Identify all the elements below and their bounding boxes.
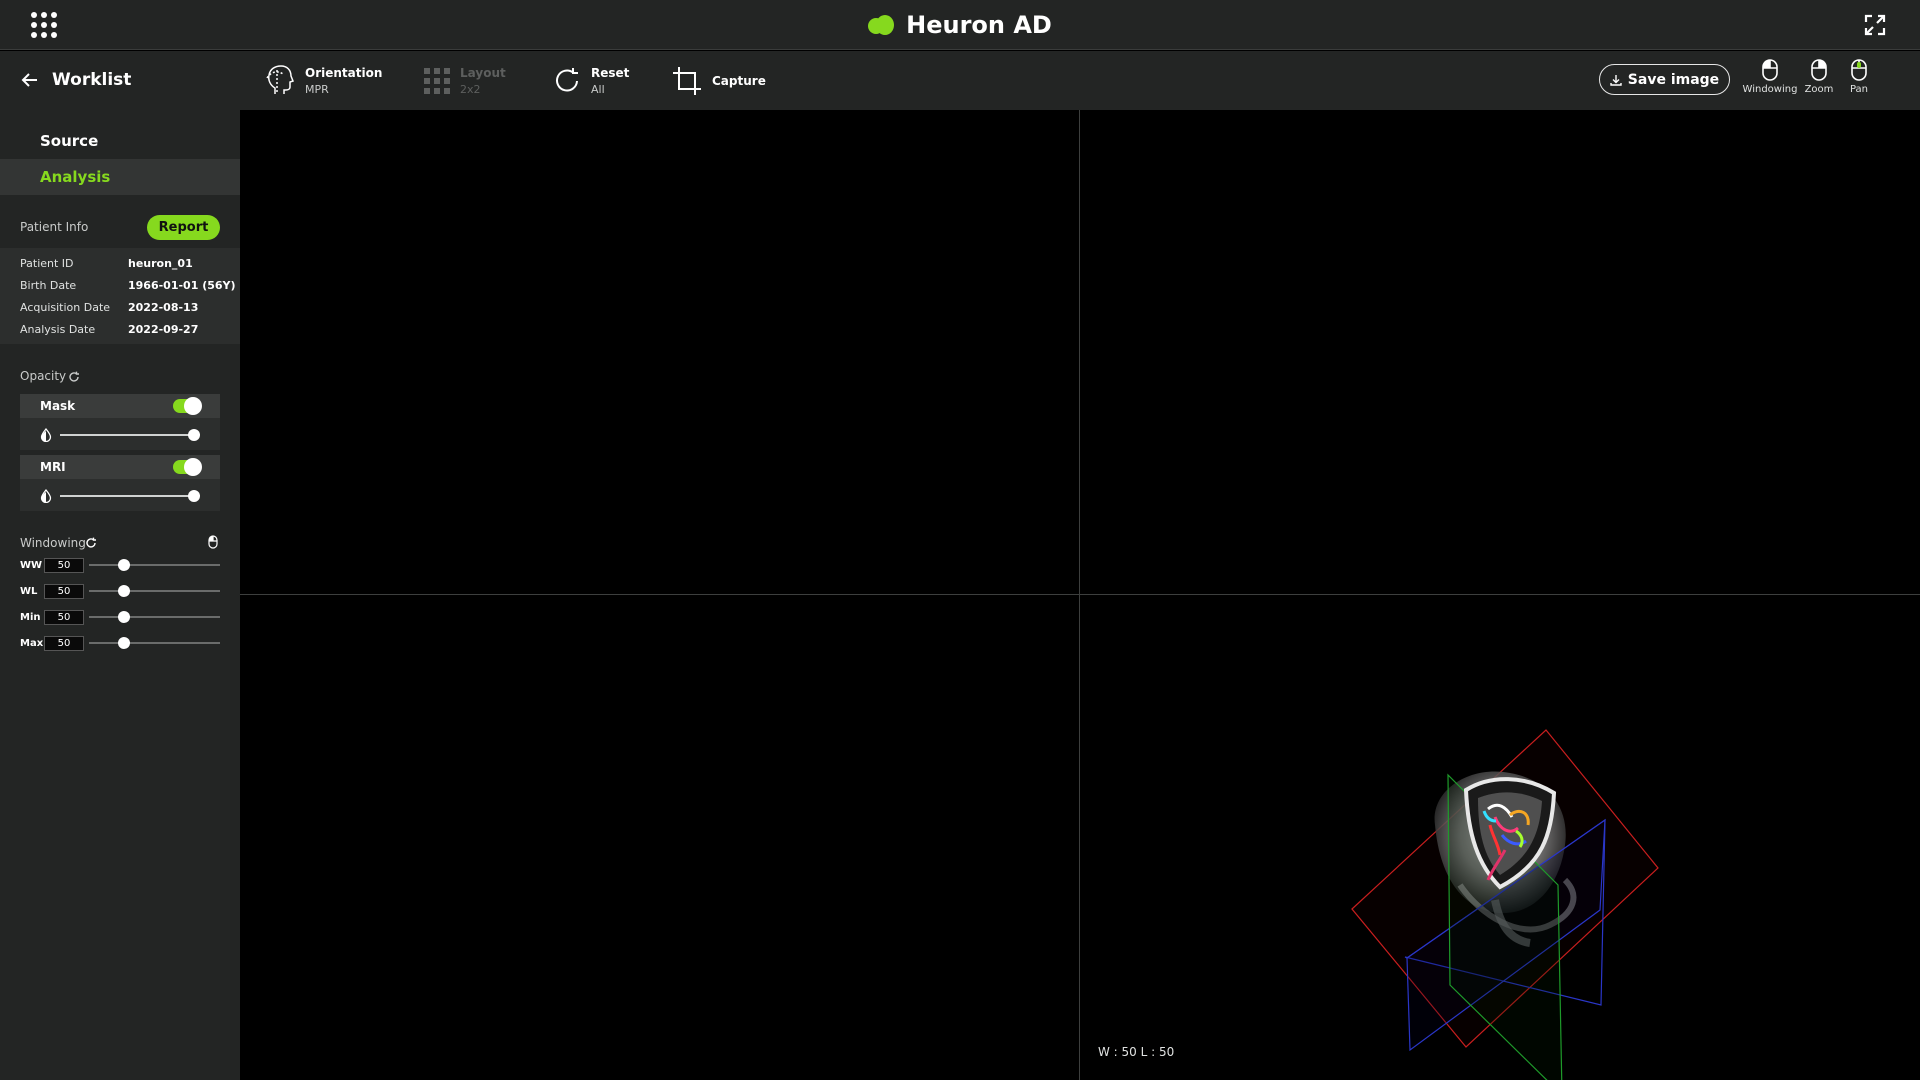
- mouse-left-click-icon: [1762, 59, 1778, 81]
- slider-thumb[interactable]: [118, 637, 131, 649]
- reset-title: Reset: [591, 66, 630, 80]
- info-value: 2022-08-13: [128, 300, 199, 314]
- mouse-wheel-icon: [1851, 59, 1867, 81]
- layout-value: 2x2: [460, 83, 481, 96]
- info-value: heuron_01: [128, 256, 193, 270]
- info-row: Analysis Date 2022-09-27: [20, 318, 198, 340]
- min-slider[interactable]: [89, 610, 220, 624]
- fullscreen-icon[interactable]: [1864, 14, 1886, 36]
- viewport-divider-horizontal: [240, 594, 1920, 595]
- info-row: Birth Date 1966-01-01 (56Y): [20, 274, 236, 296]
- grid-layout-icon: [424, 68, 450, 94]
- report-button[interactable]: Report: [147, 215, 220, 240]
- opacity-label: Opacity: [20, 369, 67, 383]
- slider-thumb[interactable]: [188, 490, 200, 502]
- mri-toggle[interactable]: [173, 458, 202, 476]
- window-level-readout: W : 50 L : 50: [1098, 1045, 1175, 1059]
- head-orientation-icon: [266, 65, 294, 94]
- windowing-row-label: WL: [20, 585, 38, 597]
- patient-info-label: Patient Info: [20, 220, 89, 234]
- slider-thumb[interactable]: [118, 559, 131, 571]
- nav-item-analysis[interactable]: Analysis: [0, 159, 240, 195]
- orientation-title: Orientation: [305, 66, 383, 80]
- mri-opacity-slider[interactable]: [60, 489, 200, 503]
- save-image-button[interactable]: Save image: [1599, 64, 1730, 95]
- opacity-layer-label: MRI: [40, 460, 66, 474]
- windowing-label: Windowing: [20, 536, 86, 550]
- ww-slider[interactable]: [89, 558, 220, 572]
- opacity-layer-header: MRI: [20, 455, 220, 479]
- sidebar: Worklist Source Analysis Patient Info Re…: [0, 51, 240, 1080]
- opacity-drop-icon: [40, 428, 52, 442]
- info-row: Patient ID heuron_01: [20, 252, 193, 274]
- max-input[interactable]: [44, 635, 84, 651]
- mouse-right-click-icon: [1811, 59, 1827, 81]
- layout-title: Layout: [460, 66, 506, 80]
- arrow-left-icon: [21, 73, 37, 87]
- reset-all-tool[interactable]: Reset All: [553, 61, 629, 101]
- windowing-row-label: Max: [20, 637, 44, 649]
- mask-toggle[interactable]: [173, 397, 202, 415]
- reset-value: All: [591, 83, 605, 96]
- pan-mouse-tool[interactable]: Pan: [1829, 59, 1889, 103]
- mouse-tool-label: Pan: [1849, 84, 1869, 95]
- brand: Heuron AD: [0, 0, 1920, 50]
- windowing-row-wl: WL: [20, 582, 220, 600]
- top-bar: Heuron AD: [0, 0, 1920, 50]
- slider-thumb[interactable]: [188, 429, 200, 441]
- capture-tool[interactable]: Capture: [672, 61, 766, 101]
- app-title: Heuron AD: [906, 11, 1052, 39]
- 3d-brain-render: [1351, 729, 1659, 1080]
- info-key: Acquisition Date: [20, 300, 111, 314]
- crop-capture-icon: [673, 67, 701, 95]
- worklist-label: Worklist: [52, 70, 132, 90]
- viewport-divider-vertical: [1079, 110, 1080, 1080]
- windowing-row-ww: WW: [20, 556, 220, 574]
- ww-input[interactable]: [44, 557, 84, 573]
- mouse-icon: [208, 535, 218, 549]
- slider-thumb[interactable]: [118, 611, 131, 623]
- opacity-layer-label: Mask: [40, 399, 76, 413]
- toolbar: Orientation MPR Layout 2x2 Reset All Cap…: [240, 51, 1920, 110]
- info-key: Birth Date: [20, 278, 77, 292]
- orientation-value: MPR: [305, 83, 329, 96]
- wl-slider[interactable]: [89, 584, 220, 598]
- slider-thumb[interactable]: [118, 585, 131, 597]
- heuron-logo-icon: [868, 14, 895, 36]
- opacity-layer-header: Mask: [20, 394, 220, 418]
- wl-input[interactable]: [44, 583, 84, 599]
- opacity-layer-mri: MRI: [20, 455, 220, 511]
- opacity-reset-icon[interactable]: [68, 371, 80, 383]
- save-image-label: Save image: [1627, 71, 1720, 88]
- opacity-layer-mask: Mask: [20, 394, 220, 450]
- nav-item-source[interactable]: Source: [0, 123, 240, 159]
- windowing-row-min: Min: [20, 608, 220, 626]
- mask-opacity-slider[interactable]: [60, 428, 200, 442]
- back-to-worklist-button[interactable]: Worklist: [20, 67, 131, 93]
- windowing-row-label: Min: [20, 611, 41, 623]
- layout-tool[interactable]: Layout 2x2: [424, 61, 506, 101]
- apps-grid-icon[interactable]: [31, 12, 57, 38]
- min-input[interactable]: [44, 609, 84, 625]
- viewport-3d[interactable]: W : 50 L : 50: [1080, 595, 1920, 1080]
- info-value: 2022-09-27: [128, 322, 199, 336]
- info-key: Patient ID: [20, 256, 74, 270]
- patient-info-table: Patient ID heuron_01 Birth Date 1966-01-…: [0, 248, 240, 344]
- windowing-reset-icon[interactable]: [85, 537, 97, 549]
- viewport-top-left[interactable]: [240, 110, 1079, 594]
- orientation-tool[interactable]: Orientation MPR: [265, 61, 382, 101]
- windowing-row-label: WW: [20, 559, 43, 571]
- download-icon: [1610, 74, 1622, 86]
- windowing-row-max: Max: [20, 634, 220, 652]
- capture-title: Capture: [712, 74, 766, 88]
- viewport-top-right[interactable]: [1080, 110, 1920, 594]
- info-value: 1966-01-01 (56Y): [128, 278, 236, 292]
- info-row: Acquisition Date 2022-08-13: [20, 296, 198, 318]
- reset-icon: [556, 68, 578, 92]
- max-slider[interactable]: [89, 636, 220, 650]
- opacity-drop-icon: [40, 489, 52, 503]
- viewport-bottom-left[interactable]: [240, 595, 1079, 1080]
- info-key: Analysis Date: [20, 322, 96, 336]
